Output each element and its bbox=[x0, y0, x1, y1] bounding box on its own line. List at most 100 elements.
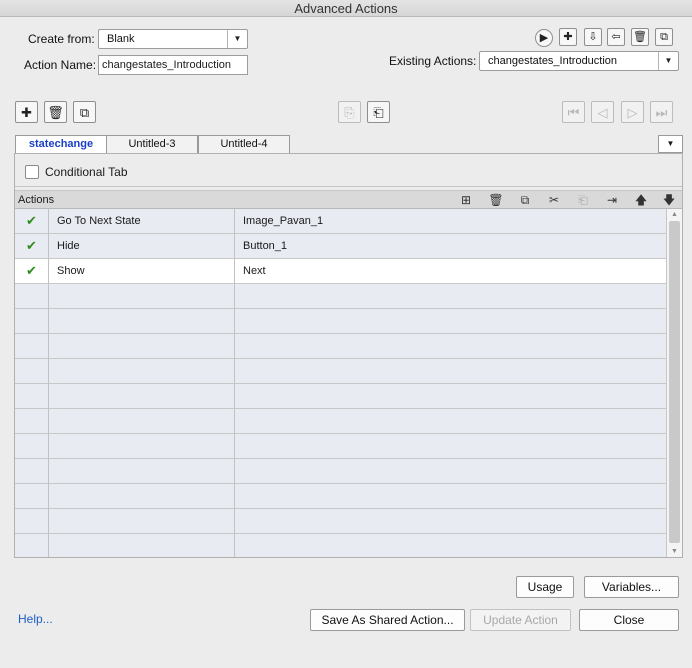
action-cell[interactable]: Show bbox=[49, 259, 235, 284]
action-cell[interactable] bbox=[49, 534, 235, 557]
import-action-icon[interactable]: ⇩ bbox=[584, 28, 602, 46]
empty-table-row[interactable] bbox=[15, 534, 666, 557]
insert-action-icon[interactable]: ⊞ bbox=[457, 192, 475, 208]
divider bbox=[15, 186, 682, 187]
window-title: Advanced Actions bbox=[0, 0, 692, 17]
conditional-tab-label: Conditional Tab bbox=[45, 165, 128, 179]
empty-table-row[interactable] bbox=[15, 434, 666, 459]
empty-table-row[interactable] bbox=[15, 284, 666, 309]
scrollbar-thumb[interactable] bbox=[669, 221, 680, 543]
empty-table-row[interactable] bbox=[15, 359, 666, 384]
target-cell[interactable] bbox=[235, 334, 666, 359]
target-cell[interactable] bbox=[235, 409, 666, 434]
previous-tab-icon[interactable]: ◁ bbox=[591, 101, 614, 123]
add-tab-icon[interactable]: ✚ bbox=[15, 101, 38, 123]
action-cell[interactable] bbox=[49, 509, 235, 534]
variables-button[interactable]: Variables... bbox=[584, 576, 679, 598]
empty-table-row[interactable] bbox=[15, 459, 666, 484]
table-row[interactable]: ✔ Go To Next State Image_Pavan_1 bbox=[15, 209, 666, 234]
indent-row-icon[interactable]: ⇥ bbox=[603, 192, 621, 208]
tab-untitled-3[interactable]: Untitled-3 bbox=[106, 135, 198, 153]
action-cell[interactable]: Go To Next State bbox=[49, 209, 235, 234]
action-cell[interactable] bbox=[49, 434, 235, 459]
action-cell[interactable] bbox=[49, 284, 235, 309]
target-cell[interactable] bbox=[235, 434, 666, 459]
target-cell[interactable] bbox=[235, 309, 666, 334]
scroll-up-icon[interactable]: ▲ bbox=[667, 209, 682, 220]
action-name-input[interactable]: changestates_Introduction bbox=[98, 55, 248, 75]
first-tab-icon[interactable]: ⏮ bbox=[562, 101, 585, 123]
last-tab-icon[interactable]: ⏭ bbox=[650, 101, 673, 123]
action-cell[interactable] bbox=[49, 359, 235, 384]
create-from-select[interactable]: Blank ▼ bbox=[98, 29, 248, 49]
tab-untitled-4[interactable]: Untitled-4 bbox=[198, 135, 290, 153]
duplicate-tab-icon[interactable]: ⧉ bbox=[73, 101, 96, 123]
target-cell[interactable] bbox=[235, 284, 666, 309]
checkmark-icon[interactable]: ✔ bbox=[15, 259, 49, 284]
action-cell[interactable] bbox=[49, 409, 235, 434]
target-cell[interactable]: Next bbox=[235, 259, 666, 284]
action-cell[interactable]: Hide bbox=[49, 234, 235, 259]
delete-tab-icon[interactable]: 🗑 bbox=[44, 101, 67, 123]
scroll-down-icon[interactable]: ▼ bbox=[667, 546, 682, 557]
target-cell[interactable] bbox=[235, 384, 666, 409]
empty-table-row[interactable] bbox=[15, 509, 666, 534]
new-action-icon[interactable]: ✚ bbox=[559, 28, 577, 46]
export-action-icon[interactable]: ⇦ bbox=[607, 28, 625, 46]
status-cell[interactable] bbox=[15, 534, 49, 557]
tab-list-dropdown[interactable]: ▼ bbox=[658, 135, 683, 153]
usage-button[interactable]: Usage bbox=[516, 576, 574, 598]
help-link[interactable]: Help... bbox=[18, 611, 53, 627]
preview-play-icon[interactable]: ▶ bbox=[535, 29, 553, 47]
move-down-icon[interactable]: 🡇 bbox=[660, 192, 678, 208]
empty-table-row[interactable] bbox=[15, 384, 666, 409]
duplicate-action-icon[interactable]: ⧉ bbox=[655, 28, 673, 46]
empty-table-row[interactable] bbox=[15, 309, 666, 334]
move-up-icon[interactable]: 🡅 bbox=[632, 192, 650, 208]
action-cell[interactable] bbox=[49, 309, 235, 334]
tab-statechange[interactable]: statechange bbox=[15, 135, 107, 153]
cut-row-icon[interactable]: ✂ bbox=[545, 192, 563, 208]
target-cell[interactable]: Image_Pavan_1 bbox=[235, 209, 666, 234]
status-cell[interactable] bbox=[15, 359, 49, 384]
delete-row-icon[interactable]: 🗑 bbox=[487, 192, 505, 208]
target-cell[interactable] bbox=[235, 509, 666, 534]
copy-row-icon[interactable]: ⧉ bbox=[516, 192, 534, 208]
action-cell[interactable] bbox=[49, 384, 235, 409]
delete-action-icon[interactable]: 🗑 bbox=[631, 28, 649, 46]
update-action-button[interactable]: Update Action bbox=[470, 609, 571, 631]
action-cell[interactable] bbox=[49, 484, 235, 509]
paste-row-icon[interactable]: ⎗ bbox=[574, 192, 592, 208]
checkmark-icon[interactable]: ✔ bbox=[15, 209, 49, 234]
status-cell[interactable] bbox=[15, 484, 49, 509]
close-button[interactable]: Close bbox=[579, 609, 679, 631]
status-cell[interactable] bbox=[15, 334, 49, 359]
empty-table-row[interactable] bbox=[15, 409, 666, 434]
save-as-shared-action-button[interactable]: Save As Shared Action... bbox=[310, 609, 465, 631]
target-cell[interactable] bbox=[235, 459, 666, 484]
status-cell[interactable] bbox=[15, 509, 49, 534]
status-cell[interactable] bbox=[15, 284, 49, 309]
table-row[interactable]: ✔ Hide Button_1 bbox=[15, 234, 666, 259]
conditional-tab-checkbox[interactable] bbox=[25, 165, 39, 179]
status-cell[interactable] bbox=[15, 309, 49, 334]
target-cell[interactable] bbox=[235, 534, 666, 557]
status-cell[interactable] bbox=[15, 459, 49, 484]
status-cell[interactable] bbox=[15, 434, 49, 459]
status-cell[interactable] bbox=[15, 409, 49, 434]
target-cell[interactable] bbox=[235, 484, 666, 509]
actions-scrollbar[interactable]: ▲ ▼ bbox=[666, 209, 682, 557]
action-cell[interactable] bbox=[49, 334, 235, 359]
next-tab-icon[interactable]: ▷ bbox=[621, 101, 644, 123]
action-cell[interactable] bbox=[49, 459, 235, 484]
empty-table-row[interactable] bbox=[15, 484, 666, 509]
target-cell[interactable]: Button_1 bbox=[235, 234, 666, 259]
existing-actions-select[interactable]: changestates_Introduction ▼ bbox=[479, 51, 679, 71]
copy-to-clipboard-icon[interactable]: ⎘ bbox=[338, 101, 361, 123]
table-row[interactable]: ✔ Show Next bbox=[15, 259, 666, 284]
target-cell[interactable] bbox=[235, 359, 666, 384]
status-cell[interactable] bbox=[15, 384, 49, 409]
checkmark-icon[interactable]: ✔ bbox=[15, 234, 49, 259]
paste-from-clipboard-icon[interactable]: ⎗ bbox=[367, 101, 390, 123]
empty-table-row[interactable] bbox=[15, 334, 666, 359]
